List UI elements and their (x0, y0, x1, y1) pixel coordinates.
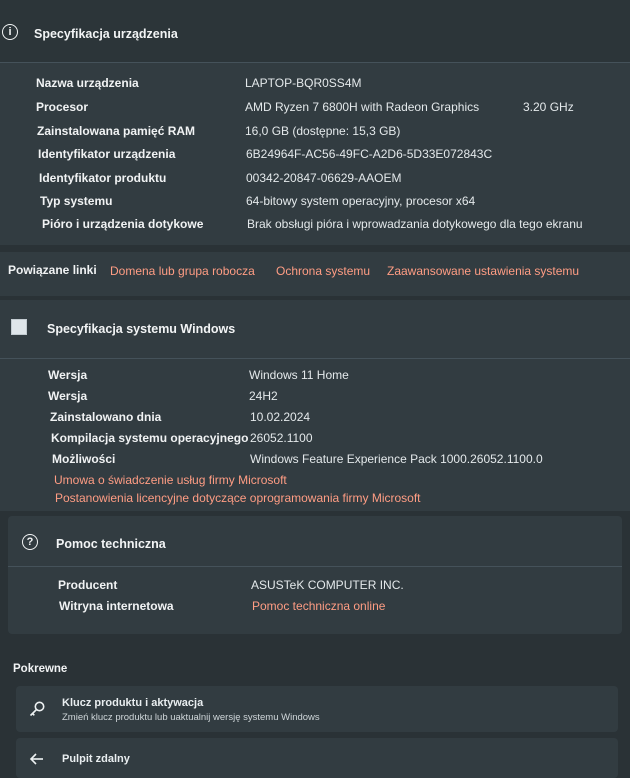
spec-label: Typ systemu (40, 194, 113, 208)
spec-label: Pióro i urządzenia dotykowe (42, 217, 204, 231)
spec-label: Zainstalowano dnia (50, 410, 162, 424)
spec-label: Procesor (36, 100, 89, 114)
spec-label: Kompilacja systemu operacyjnego (51, 431, 249, 445)
help-icon: ? (22, 534, 38, 550)
spec-label: Nazwa urządzenia (36, 76, 139, 90)
spec-value-extra: 3.20 GHz (523, 100, 574, 114)
spec-label: Wersja (48, 368, 88, 382)
related-settings-header: Pokrewne (13, 663, 68, 675)
windows-spec-header[interactable]: Specyfikacja systemu Windows (0, 300, 630, 358)
product-key-title: Klucz produktu i aktywacja (62, 697, 204, 709)
link-license-terms[interactable]: Postanowienia licencyjne dotyczące oprog… (55, 491, 421, 505)
spec-value: 10.02.2024 (250, 410, 311, 424)
spec-value: AMD Ryzen 7 6800H with Radeon Graphics (245, 100, 480, 114)
spec-value: ASUSTeK COMPUTER INC. (251, 578, 404, 592)
spec-value: 16,0 GB (dostępne: 15,3 GB) (245, 124, 401, 138)
related-links-bar: Powiązane linki Domena lub grupa robocza… (0, 252, 630, 296)
spec-label: Możliwości (52, 452, 116, 466)
spec-value: 00342-20847-06629-AAOEM (246, 171, 402, 185)
link-advanced-settings[interactable]: Zaawansowane ustawienia systemu (387, 264, 579, 278)
device-spec-title: Specyfikacja urządzenia (34, 27, 178, 41)
spec-label: Identyfikator produktu (39, 171, 167, 185)
windows-icon (11, 319, 27, 335)
remote-desktop-item[interactable]: Pulpit zdalny (16, 738, 618, 778)
remote-desktop-title: Pulpit zdalny (62, 753, 130, 765)
spec-label: Zainstalowana pamięć RAM (37, 124, 196, 138)
spec-value: 6B24964F-AC56-49FC-A2D6-5D33E072843C (246, 147, 493, 161)
device-spec-header[interactable]: i Specyfikacja urządzenia (0, 0, 630, 62)
link-domain-workgroup[interactable]: Domena lub grupa robocza (110, 264, 255, 278)
device-spec-body: Nazwa urządzenia LAPTOP-BQR0SS4M Proceso… (0, 63, 630, 245)
remote-desktop-icon (29, 753, 43, 765)
product-key-item[interactable]: Klucz produktu i aktywacja Zmień klucz p… (16, 686, 618, 732)
related-links-label: Powiązane linki (8, 263, 97, 277)
spec-label: Producent (58, 578, 118, 592)
link-services-agreement[interactable]: Umowa o świadczenie usług firmy Microsof… (54, 473, 287, 487)
spec-value: 64-bitowy system operacyjny, procesor x6… (246, 194, 476, 208)
support-card: ? Pomoc techniczna Producent ASUSTeK COM… (8, 516, 622, 634)
product-key-subtitle: Zmień klucz produktu lub uaktualnij wers… (62, 712, 320, 723)
windows-spec-title: Specyfikacja systemu Windows (47, 322, 236, 336)
key-icon (29, 701, 45, 717)
divider (8, 566, 622, 567)
link-system-protection[interactable]: Ochrona systemu (276, 264, 370, 278)
info-icon: i (2, 24, 18, 40)
windows-spec-body: Wersja Windows 11 Home Wersja 24H2 Zains… (0, 359, 630, 511)
spec-value: Windows Feature Experience Pack 1000.260… (250, 452, 543, 466)
spec-label: Wersja (48, 389, 88, 403)
spec-value: Brak obsługi pióra i wprowadzania dotyko… (247, 217, 583, 231)
spec-value: LAPTOP-BQR0SS4M (245, 76, 362, 90)
link-support-online[interactable]: Pomoc techniczna online (252, 599, 385, 613)
support-title: Pomoc techniczna (56, 537, 166, 551)
spec-value: 26052.1100 (250, 431, 313, 445)
spec-value: 24H2 (249, 389, 278, 403)
spec-label: Identyfikator urządzenia (38, 147, 176, 161)
spec-value: Windows 11 Home (249, 368, 349, 382)
spec-label: Witryna internetowa (59, 599, 174, 613)
